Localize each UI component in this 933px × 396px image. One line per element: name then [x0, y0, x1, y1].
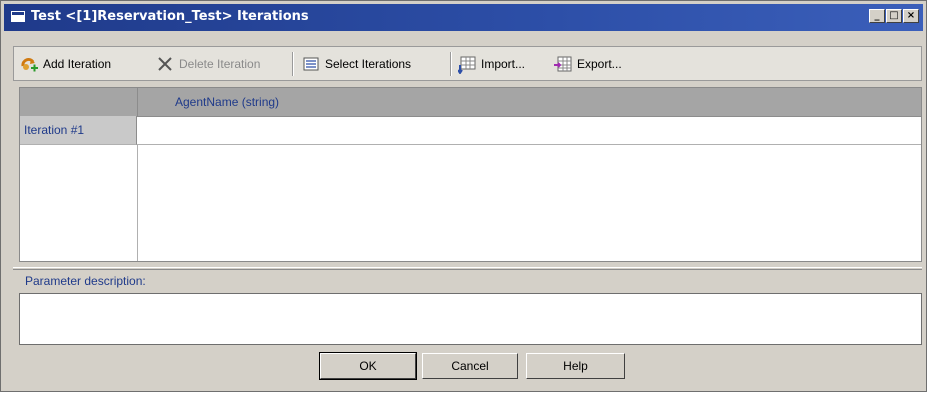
toolbar: Add Iteration Delete Iteration Select It…	[13, 46, 922, 81]
iterations-grid[interactable]: AgentName (string) Iteration #1	[19, 87, 922, 262]
cancel-button[interactable]: Cancel	[422, 353, 518, 379]
ok-button[interactable]: OK	[319, 352, 417, 380]
help-button[interactable]: Help	[526, 353, 625, 379]
list-icon	[302, 56, 320, 72]
row-header[interactable]: Iteration #1	[20, 116, 137, 145]
title-bar[interactable]: Test <[1]Reservation_Test> Iterations _ …	[4, 4, 923, 31]
add-iteration-button[interactable]: Add Iteration	[20, 55, 111, 73]
import-table-icon	[457, 56, 476, 75]
close-button[interactable]: ×	[903, 9, 919, 23]
select-iterations-label: Select Iterations	[325, 57, 412, 71]
select-iterations-button[interactable]: Select Iterations	[302, 55, 411, 73]
toolbar-separator	[292, 52, 294, 76]
export-button[interactable]: Export...	[554, 55, 622, 73]
iterations-dialog: Test <[1]Reservation_Test> Iterations _ …	[0, 0, 927, 392]
add-iteration-label: Add Iteration	[43, 57, 112, 71]
parameter-description-label: Parameter description:	[25, 274, 146, 288]
parameter-description-field[interactable]	[19, 293, 922, 345]
add-iteration-icon	[20, 56, 38, 72]
export-table-icon	[554, 56, 572, 72]
grid-corner	[20, 88, 138, 116]
import-button[interactable]: Import...	[457, 55, 526, 75]
grid-header: AgentName (string)	[20, 88, 921, 117]
export-label: Export...	[577, 57, 622, 71]
maximize-button[interactable]: □	[886, 9, 902, 23]
delete-x-icon	[156, 56, 174, 72]
row-header-area	[20, 145, 138, 261]
column-header-agentname[interactable]: AgentName (string)	[175, 95, 279, 109]
import-label: Import...	[481, 57, 526, 71]
window-icon	[11, 11, 25, 22]
window-title: Test <[1]Reservation_Test> Iterations	[31, 9, 309, 24]
toolbar-separator	[450, 52, 452, 76]
delete-iteration-label: Delete Iteration	[179, 57, 261, 71]
minimize-button[interactable]: _	[869, 9, 885, 23]
delete-iteration-button[interactable]: Delete Iteration	[156, 55, 260, 73]
row-header-label: Iteration #1	[24, 123, 85, 137]
splitter[interactable]	[13, 267, 922, 270]
grid-cell-agentname[interactable]	[137, 116, 921, 145]
